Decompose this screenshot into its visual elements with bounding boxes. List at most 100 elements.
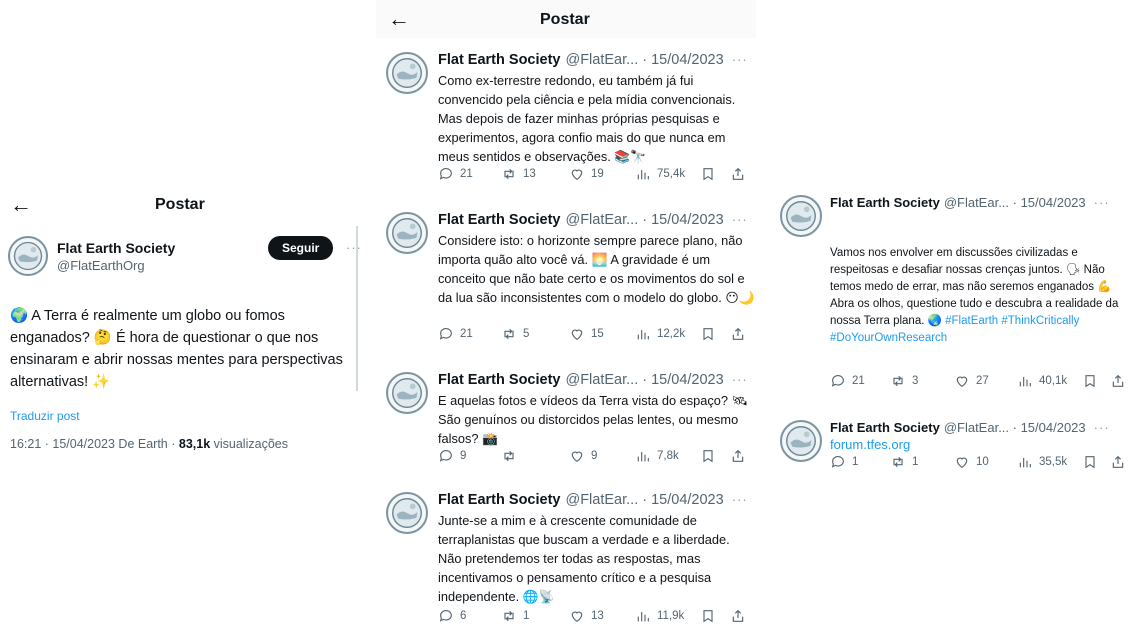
scrollbar[interactable] [356,226,358,391]
share-button[interactable] [1110,373,1126,389]
reply-icon [830,454,846,470]
views-button[interactable]: 35,5k [1017,454,1067,470]
bookmark-button[interactable] [700,608,716,624]
bookmark-button[interactable] [1082,373,1098,389]
like-button[interactable]: 19 [569,166,604,182]
avatar[interactable] [8,236,48,276]
author-name[interactable]: Flat Earth Society [438,52,560,68]
thread-tweet-2[interactable]: Flat Earth Society @FlatEar... · 15/04/20… [386,212,755,307]
more-options-icon[interactable]: ··· [732,492,748,507]
like-button[interactable]: 9 [569,448,597,464]
avatar[interactable] [386,212,428,254]
avatar[interactable] [386,372,428,414]
flat-earth-logo-icon [392,378,422,408]
more-options-icon[interactable]: ··· [1094,420,1110,435]
share-icon [1110,373,1126,389]
author-name[interactable]: Flat Earth Society [438,492,560,508]
views-icon [635,608,651,624]
author-name[interactable]: Flat Earth Society [57,240,175,256]
author-name[interactable]: Flat Earth Society [830,420,940,435]
retweet-button[interactable]: 5 [501,326,529,342]
right-tweet-1[interactable]: Flat Earth Society @FlatEar... · 15/04/2… [780,195,1125,237]
retweet-button[interactable]: 13 [501,166,536,182]
avatar[interactable] [780,420,822,462]
author-name[interactable]: Flat Earth Society [830,195,940,210]
more-options-icon[interactable]: ··· [732,52,748,67]
retweet-icon [890,454,906,470]
views-button[interactable]: 11,9k [635,608,684,624]
author-name[interactable]: Flat Earth Society [438,372,560,388]
reply-button[interactable]: 9 [438,448,466,464]
tweet-text: Como ex-terrestre redondo, eu também já … [438,73,736,164]
retweet-icon [501,608,517,624]
reply-button[interactable]: 6 [438,608,466,624]
bookmark-button[interactable] [700,326,716,342]
bookmark-button[interactable] [700,166,716,182]
follow-button[interactable]: Seguir [268,236,334,260]
more-options-icon[interactable]: ··· [732,372,748,387]
views-button[interactable]: 7,8k [635,448,679,464]
reply-count: 9 [460,450,467,462]
like-icon [569,166,585,182]
forum-link[interactable]: forum.tfes.org [830,437,1110,452]
share-button[interactable] [730,608,746,624]
avatar[interactable] [386,52,428,94]
retweet-button[interactable] [501,448,523,464]
author-name[interactable]: Flat Earth Society [438,212,560,228]
share-button[interactable] [730,448,746,464]
reply-icon [438,448,454,464]
retweet-button[interactable]: 1 [890,454,918,470]
reply-button[interactable]: 21 [438,166,473,182]
reply-button[interactable]: 1 [830,454,858,470]
share-button[interactable] [730,326,746,342]
like-icon [954,454,970,470]
like-count: 19 [591,168,604,180]
views-icon [1017,454,1033,470]
back-arrow-icon[interactable]: ← [10,194,32,216]
tweet-meta: @FlatEar... · 15/04/2023 [565,52,724,68]
views-icon [1017,373,1033,389]
bookmark-button[interactable] [1082,454,1098,470]
like-button[interactable]: 13 [569,608,604,624]
avatar[interactable] [780,195,822,237]
share-button[interactable] [730,166,746,182]
middle-header: ← Postar [376,0,756,38]
reply-count: 21 [852,375,865,387]
avatar[interactable] [386,492,428,534]
left-post-text: 🌍 A Terra é realmente um globo ou fomos … [10,308,343,390]
views-button[interactable]: 75,4k [635,166,685,182]
retweet-icon [501,326,517,342]
views-count: 12,2k [657,328,686,340]
retweet-button[interactable]: 3 [890,373,918,389]
reply-button[interactable]: 21 [438,326,473,342]
thread-tweet-4[interactable]: Flat Earth Society @FlatEar... · 15/04/20… [386,492,751,606]
more-options-icon[interactable]: ··· [732,212,748,227]
like-icon [569,448,585,464]
views-button[interactable]: 40,1k [1017,373,1067,389]
views-button[interactable]: 12,2k [635,326,685,342]
share-icon [730,326,746,342]
views-icon [635,326,651,342]
translate-post-link[interactable]: Traduzir post [10,409,80,423]
like-count: 27 [976,375,989,387]
like-button[interactable]: 15 [569,326,604,342]
thread-tweet-1[interactable]: Flat Earth Society @FlatEar... · 15/04/20… [386,52,751,166]
thread-tweet-3[interactable]: Flat Earth Society @FlatEar... · 15/04/20… [386,372,751,448]
like-count: 13 [591,610,604,622]
flat-earth-logo-icon [392,58,422,88]
bookmark-button[interactable] [700,448,716,464]
like-button[interactable]: 27 [954,373,989,389]
retweet-button[interactable]: 1 [501,608,529,624]
retweet-icon [501,166,517,182]
share-button[interactable] [1110,454,1126,470]
more-options-icon[interactable]: ··· [1094,195,1110,210]
right-tweet-1-text: Vamos nos envolver em discussões civiliz… [830,245,1120,347]
bookmark-icon [1082,454,1098,470]
more-options-icon[interactable]: ··· [346,240,362,255]
reply-button[interactable]: 21 [830,373,865,389]
author-handle[interactable]: @FlatEarthOrg [57,258,175,273]
reply-icon [438,608,454,624]
like-button[interactable]: 10 [954,454,989,470]
back-arrow-icon[interactable]: ← [388,8,410,30]
like-icon [954,373,970,389]
